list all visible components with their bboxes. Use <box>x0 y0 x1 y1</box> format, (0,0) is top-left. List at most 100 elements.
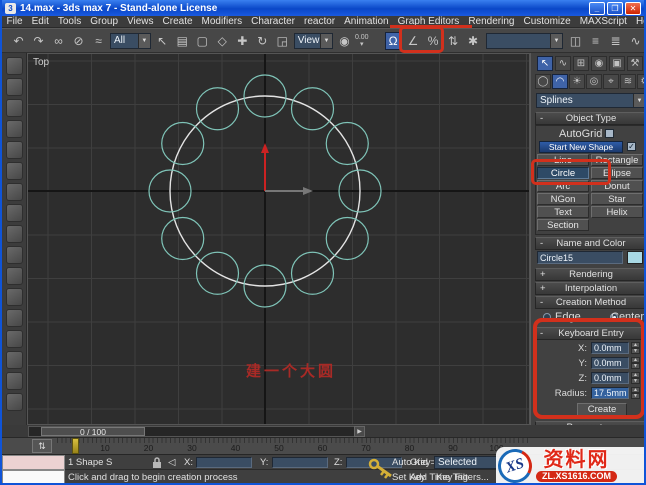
reactor-tool-icon[interactable] <box>5 351 23 369</box>
menu-item-views[interactable]: Views <box>123 16 159 27</box>
mirror-icon[interactable]: ◫ <box>567 32 584 50</box>
object-type-section-button[interactable]: Section <box>537 219 589 231</box>
selection-filter-dropdown[interactable]: All ▼ <box>110 32 151 49</box>
redo-icon[interactable]: ↷ <box>30 32 47 50</box>
object-color-swatch[interactable] <box>627 251 643 264</box>
viewport-label[interactable]: Top <box>33 57 49 68</box>
window-crossing-toggle-icon[interactable]: ◇ <box>214 32 231 50</box>
reactor-tool-icon[interactable] <box>5 183 23 201</box>
menu-item-file[interactable]: File <box>2 16 27 27</box>
menu-item-create[interactable]: Create <box>158 16 197 27</box>
rollout-name-and-color[interactable]: - Name and Color <box>535 237 644 250</box>
shapes-icon[interactable]: ◠ <box>552 74 568 89</box>
dropdown-arrow-icon[interactable]: ▼ <box>550 33 562 48</box>
menu-item-customize[interactable]: Customize <box>519 16 575 27</box>
spinner-snap-toggle-icon[interactable]: ⇅ <box>445 32 462 50</box>
next-frame-button[interactable]: ▶ <box>354 426 365 437</box>
menu-item-rendering[interactable]: Rendering <box>464 16 519 27</box>
reactor-tool-icon[interactable] <box>5 204 23 222</box>
reactor-tool-icon[interactable] <box>5 141 23 159</box>
reactor-tool-icon[interactable] <box>5 162 23 180</box>
systems-icon[interactable]: ⚙ <box>637 74 644 89</box>
reactor-tool-icon[interactable] <box>5 288 23 306</box>
spline-category-dropdown[interactable]: Splines ▼ <box>536 93 644 108</box>
set-key-button[interactable]: Set Key <box>392 472 425 483</box>
undo-icon[interactable]: ↶ <box>10 32 27 50</box>
motion-icon[interactable]: ◉ <box>591 56 607 71</box>
reference-coordinate-dropdown[interactable]: View ▼ <box>293 32 333 49</box>
status-x-field[interactable] <box>196 457 252 468</box>
restore-button[interactable]: ❐ <box>607 1 623 15</box>
menu-item-animation[interactable]: Animation <box>340 16 393 27</box>
select-object-icon[interactable]: ↖ <box>154 32 171 50</box>
dropdown-arrow-icon[interactable]: ▼ <box>319 33 332 48</box>
autogrid-checkbox[interactable] <box>605 129 614 138</box>
object-type-helix-button[interactable]: Helix <box>591 206 643 218</box>
rollout-creation-method[interactable]: - Creation Method <box>535 296 644 309</box>
geometry-icon[interactable]: ◯ <box>535 74 551 89</box>
menu-item-character[interactable]: Character <box>247 16 300 27</box>
object-type-ngon-button[interactable]: NGon <box>537 193 589 205</box>
create-icon[interactable]: ↖ <box>537 56 553 71</box>
maxscript-listener-row[interactable] <box>2 470 65 483</box>
reactor-tool-icon[interactable] <box>5 372 23 390</box>
reactor-tool-icon[interactable] <box>5 309 23 327</box>
object-type-star-button[interactable]: Star <box>591 193 643 205</box>
key-filters-button[interactable]: Key Filters... <box>436 472 489 483</box>
minimize-button[interactable]: _ <box>589 1 605 15</box>
reactor-tool-icon[interactable] <box>5 225 23 243</box>
reactor-tool-icon[interactable] <box>5 330 23 348</box>
utilities-icon[interactable]: ⚒ <box>627 56 643 71</box>
start-new-shape-button[interactable]: Start New Shape <box>539 141 623 153</box>
start-new-shape-checkbox[interactable]: ✓ <box>627 142 636 151</box>
select-and-rotate-icon[interactable]: ↻ <box>254 32 271 50</box>
menu-item-edit[interactable]: Edit <box>27 16 53 27</box>
reactor-tool-icon[interactable] <box>5 120 23 138</box>
select-by-name-icon[interactable]: ▤ <box>174 32 191 50</box>
select-and-move-icon[interactable]: ✚ <box>234 32 251 50</box>
time-slider-handle[interactable]: 0 / 100 <box>41 427 145 437</box>
select-and-scale-icon[interactable]: ◲ <box>274 32 291 50</box>
object-type-text-button[interactable]: Text <box>537 206 589 218</box>
open-mini-curve-editor-button[interactable]: ⇅ <box>32 439 52 453</box>
dropdown-arrow-icon[interactable]: ▼ <box>137 33 150 48</box>
object-name-field[interactable]: Circle15 <box>537 251 623 264</box>
selection-lock-icon[interactable] <box>152 457 162 469</box>
rollout-object-type[interactable]: - Object Type <box>535 112 644 125</box>
menu-item-maxscript[interactable]: MAXScript <box>575 16 631 27</box>
named-selection-sets-dropdown[interactable]: ▼ <box>485 32 563 49</box>
reactor-tool-icon[interactable] <box>5 393 23 411</box>
bind-to-space-warp-icon[interactable]: ≈ <box>90 32 107 50</box>
reactor-tool-icon[interactable] <box>5 267 23 285</box>
curve-editor-icon[interactable]: ∿ <box>627 32 644 50</box>
cameras-icon[interactable]: ◎ <box>586 74 602 89</box>
set-keys-key-icon[interactable] <box>368 456 394 482</box>
select-and-manipulate-icon[interactable]: ◉ <box>336 32 353 50</box>
reactor-tool-icon[interactable] <box>5 78 23 96</box>
hierarchy-icon[interactable]: ⊞ <box>573 56 589 71</box>
top-viewport[interactable]: Top 建一个大圆 <box>27 53 530 425</box>
rectangular-selection-region-icon[interactable]: ▢ <box>194 32 211 50</box>
offset-spinner[interactable]: 0.00 ▾ <box>355 34 369 48</box>
menu-item-tools[interactable]: Tools <box>53 16 85 27</box>
maxscript-listener-macro-row[interactable] <box>2 455 65 470</box>
select-and-link-icon[interactable]: ∞ <box>50 32 67 50</box>
close-button[interactable]: ✕ <box>625 1 641 15</box>
menu-item-reactor[interactable]: reactor <box>300 16 340 27</box>
menu-item-group[interactable]: Group <box>86 16 123 27</box>
lights-icon[interactable]: ☀ <box>569 74 585 89</box>
menu-item-modifiers[interactable]: Modifiers <box>197 16 247 27</box>
dropdown-arrow-icon[interactable]: ▼ <box>633 94 644 107</box>
align-icon[interactable]: ≡ <box>587 32 604 50</box>
modify-icon[interactable]: ∿ <box>555 56 571 71</box>
status-y-field[interactable] <box>272 457 328 468</box>
helpers-icon[interactable]: ⌖ <box>603 74 619 89</box>
display-icon[interactable]: ▣ <box>609 56 625 71</box>
menu-item-help[interactable]: Help <box>631 16 644 27</box>
absolute-mode-icon[interactable]: ◁ <box>168 457 175 468</box>
rollout-rendering[interactable]: + Rendering <box>535 268 644 281</box>
timeline-ruler[interactable]: 10 20 30 40 50 60 70 80 90 100 <box>57 438 530 455</box>
time-slider-track[interactable]: 0 / 100 <box>28 426 364 437</box>
auto-key-button[interactable]: Auto Key <box>392 457 431 468</box>
time-slider-marker[interactable] <box>72 438 79 454</box>
